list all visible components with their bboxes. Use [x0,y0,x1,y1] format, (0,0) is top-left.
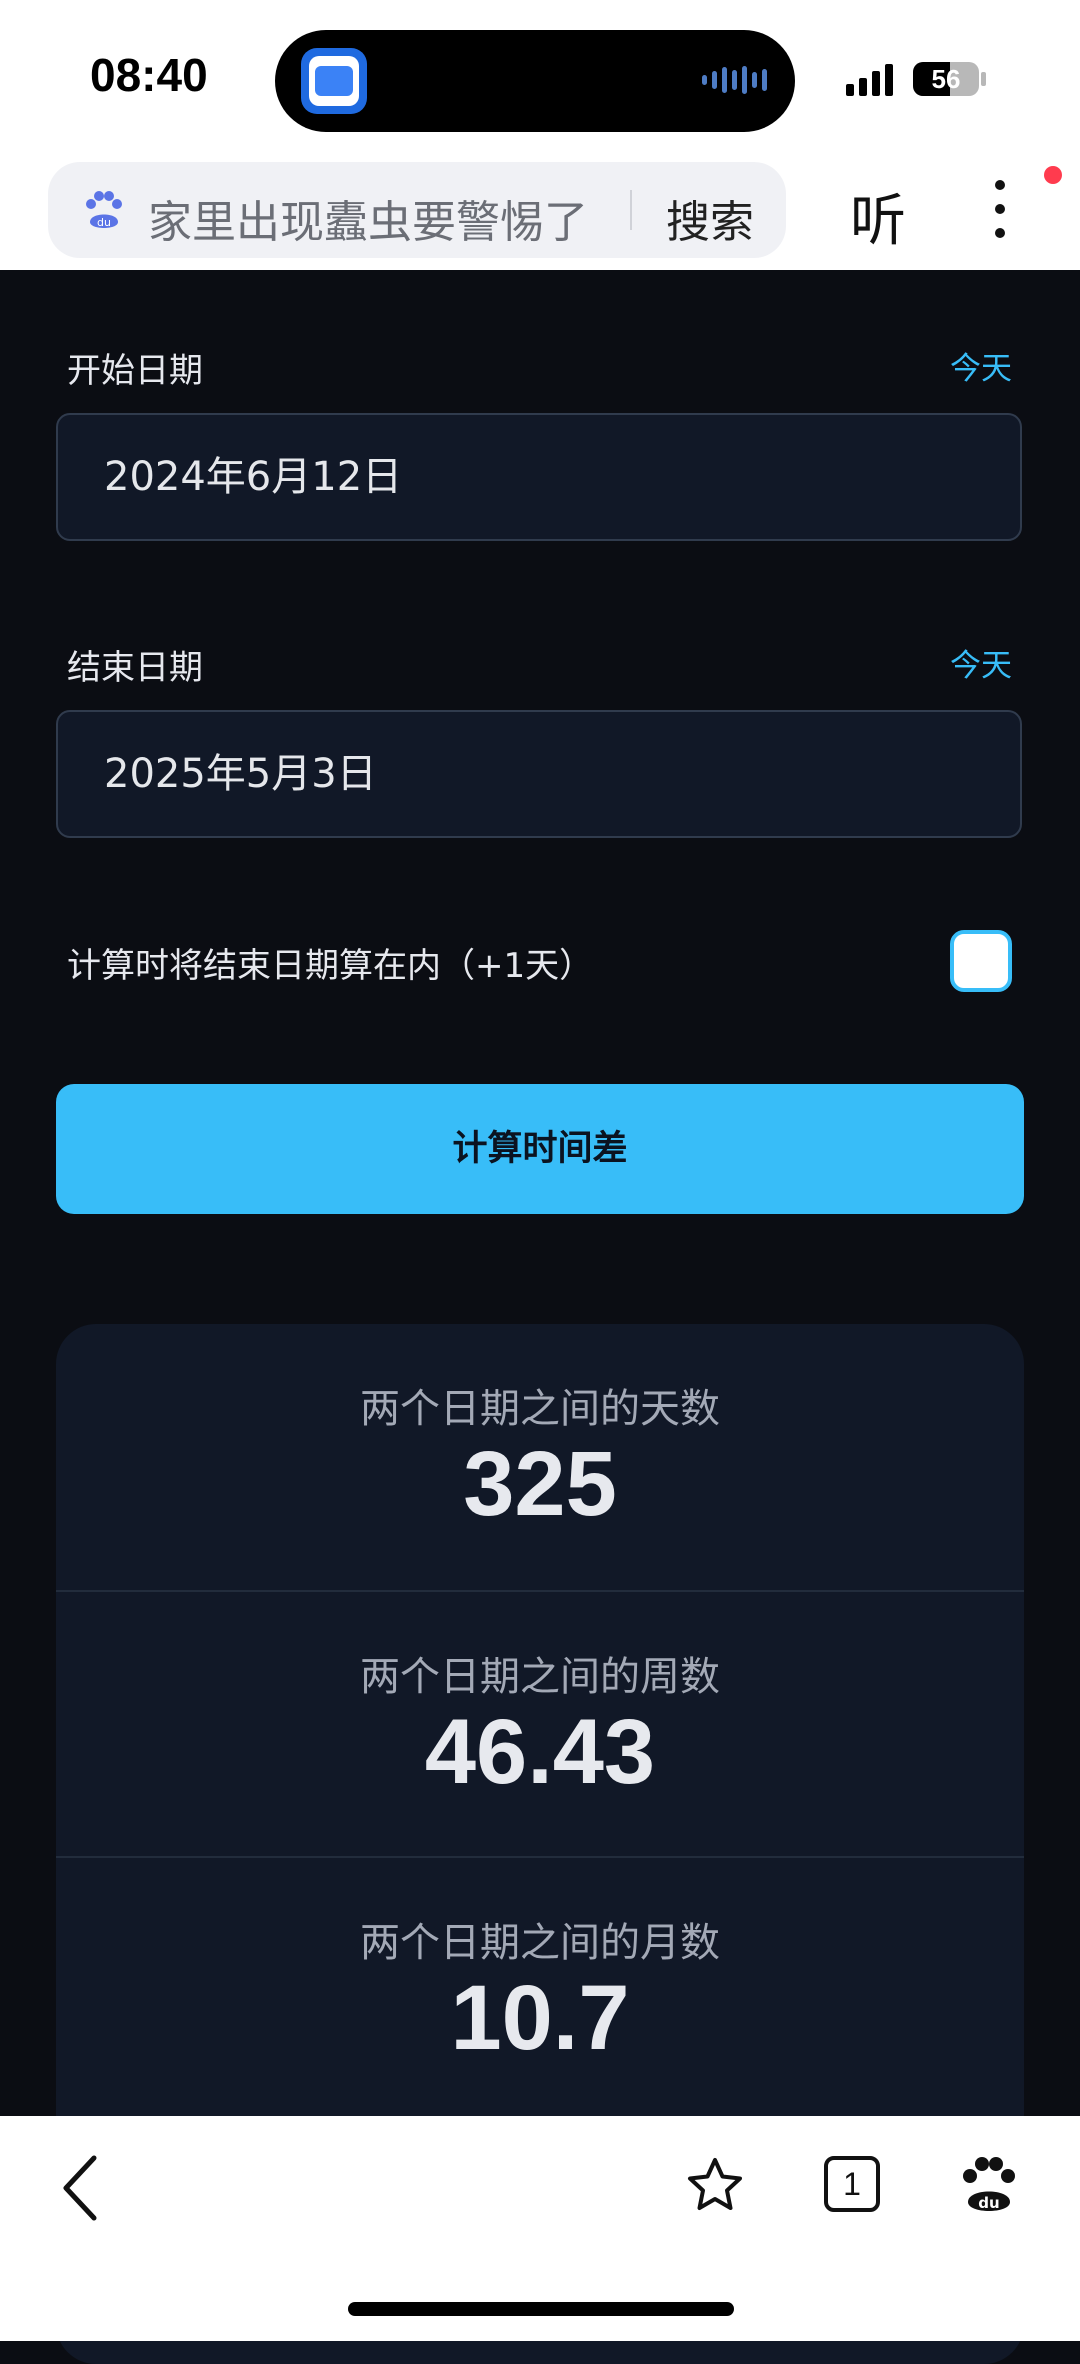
result-value: 10.7 [450,1967,630,2069]
divider [630,190,632,230]
result-label: 两个日期之间的周数 [360,1654,720,1700]
baidu-paw-icon: du [86,191,122,229]
bookmark-star-icon[interactable] [683,2154,747,2218]
notification-dot [1044,166,1062,184]
status-time: 08:40 [90,49,208,101]
result-days: 两个日期之间的天数 325 [56,1324,1024,1590]
result-value: 46.43 [424,1701,656,1803]
listen-button[interactable]: 听 [850,176,906,257]
result-weeks: 两个日期之间的周数 46.43 [56,1590,1024,1858]
live-activity-app-icon[interactable] [301,48,367,114]
baidu-home-icon[interactable]: du [958,2154,1020,2216]
start-date-input[interactable]: 2024年6月12日 [56,413,1022,541]
result-label: 两个日期之间的月数 [360,1920,720,1966]
battery-icon: 56 [913,62,979,96]
include-end-date-label: 计算时将结束日期算在内（+1天） [67,946,594,986]
status-bar: 08:40 56 [0,0,1080,150]
start-date-label: 开始日期 [67,351,203,391]
battery-percent: 56 [931,64,961,94]
browser-header: du 家里出现蠹虫要警惕了 搜索 听 [0,150,1080,270]
more-vertical-icon[interactable] [990,180,1010,242]
dynamic-island[interactable] [275,30,795,132]
search-query[interactable]: 家里出现蠹虫要警惕了 [148,186,588,250]
svg-text:du: du [978,2194,999,2212]
result-value: 325 [463,1433,617,1535]
home-indicator[interactable] [348,2302,734,2316]
search-box[interactable]: du 家里出现蠹虫要警惕了 搜索 [48,162,786,258]
cellular-signal-icon [846,64,893,96]
start-today-link[interactable]: 今天 [950,343,1012,388]
calculate-button[interactable]: 计算时间差 [56,1084,1024,1214]
search-button[interactable]: 搜索 [666,186,754,250]
result-label: 两个日期之间的天数 [360,1386,720,1432]
svg-text:du: du [97,216,111,229]
result-months: 两个日期之间的月数 10.7 [56,1856,1024,2124]
end-date-label: 结束日期 [67,648,203,688]
tabs-count-icon[interactable]: 1 [824,2156,880,2212]
end-date-input[interactable]: 2025年5月3日 [56,710,1022,838]
audio-wave-icon [702,66,767,94]
back-icon[interactable] [56,2152,104,2224]
include-end-date-checkbox[interactable] [950,930,1012,992]
end-today-link[interactable]: 今天 [950,640,1012,685]
